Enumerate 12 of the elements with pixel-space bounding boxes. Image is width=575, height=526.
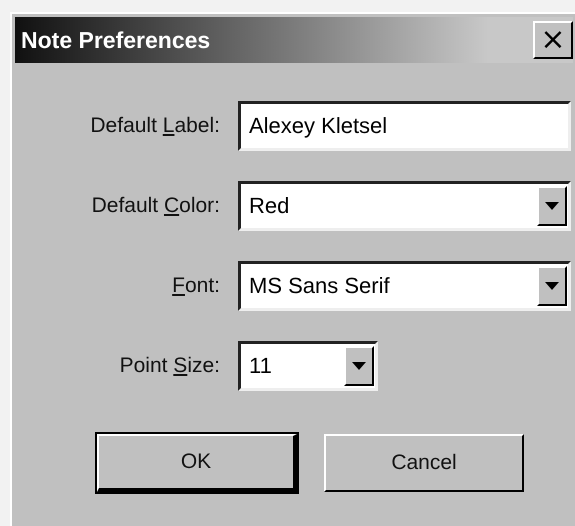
field-label: Default Color:: [90, 194, 220, 218]
field-label: Point Size:: [118, 354, 220, 378]
field-label: Font:: [171, 274, 220, 298]
dialog-button[interactable]: Cancel: [324, 434, 524, 492]
dropdown-field[interactable]: MS Sans Serif: [238, 261, 571, 311]
close-button[interactable]: ×: [533, 21, 573, 59]
dropdown-field[interactable]: 11: [238, 341, 378, 391]
dialog-button[interactable]: OK: [97, 434, 297, 492]
window-title: Note Preferences: [21, 26, 210, 54]
field-label: Default Label:: [89, 114, 220, 138]
text-field[interactable]: Alexey Kletsel: [238, 101, 571, 151]
dropdown-field[interactable]: Red: [238, 181, 571, 231]
